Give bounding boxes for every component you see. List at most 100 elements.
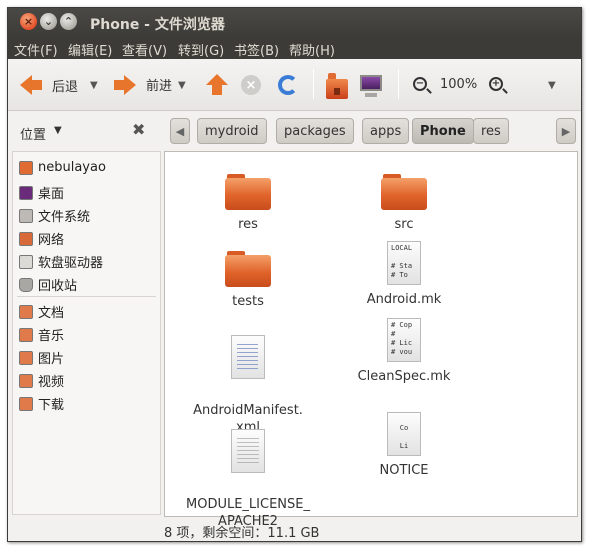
sidebar-item-videos[interactable]: 视频 xyxy=(19,371,64,390)
sidebar-item-pictures[interactable]: 图片 xyxy=(19,348,64,367)
forward-history-dropdown[interactable]: ▼ xyxy=(178,80,186,91)
places-sidebar: nebulayao 桌面 文件系统 网络 软盘驱动器 回收站 文档 音乐 图片 … xyxy=(12,151,161,515)
sidebar-dropdown-icon[interactable]: ▼ xyxy=(54,125,62,136)
forward-label: 前进 xyxy=(146,79,173,94)
text-file-icon: # Cop # # Lic # vou xyxy=(387,318,421,362)
folder-icon xyxy=(225,174,271,210)
file-item[interactable]: Co Li NOTICE xyxy=(339,412,469,479)
sidebar-item-filesystem[interactable]: 文件系统 xyxy=(19,206,90,225)
sidebar-item-desktop[interactable]: 桌面 xyxy=(19,183,64,202)
path-scroll-right-button[interactable]: ▶ xyxy=(556,118,576,144)
menu-bar: 文件(F) 编辑(E) 查看(V) 转到(G) 书签(B) 帮助(H) xyxy=(8,37,581,59)
zoom-level: 100% xyxy=(440,77,478,92)
file-name: src xyxy=(394,217,414,232)
sidebar-item-label: 文件系统 xyxy=(38,210,91,225)
forward-button[interactable]: 前进 xyxy=(112,74,173,95)
file-item[interactable]: src xyxy=(339,174,469,233)
stop-button[interactable]: × xyxy=(241,75,261,95)
file-name: NOTICE xyxy=(379,463,429,478)
sidebar-item-network[interactable]: 网络 xyxy=(19,229,64,248)
path-crumb-res[interactable]: res xyxy=(473,118,509,144)
menu-file[interactable]: 文件(F) xyxy=(14,40,58,59)
back-label: 后退 xyxy=(52,79,79,95)
reload-button[interactable] xyxy=(278,75,298,95)
toolbar-separator xyxy=(398,69,399,99)
computer-button[interactable] xyxy=(360,75,382,97)
sidebar-header: 位置 ▼ ✖ xyxy=(8,112,161,152)
close-sidebar-icon[interactable]: ✖ xyxy=(132,120,145,139)
back-history-dropdown[interactable]: ▼ xyxy=(90,80,98,91)
sidebar-item-label: 软盘驱动器 xyxy=(38,256,104,271)
minimize-window-button[interactable]: ⌄ xyxy=(40,13,57,30)
menu-go[interactable]: 转到(G) xyxy=(178,40,224,59)
file-item[interactable]: res xyxy=(183,174,313,233)
file-name: tests xyxy=(232,294,264,309)
floppy-drive-icon xyxy=(19,254,33,269)
sidebar-item-label: 文档 xyxy=(38,306,65,321)
network-icon xyxy=(19,231,33,246)
status-bar: 8 项，剩余空间：11.1 GB xyxy=(164,526,320,541)
music-folder-icon xyxy=(19,327,33,342)
downloads-folder-icon xyxy=(19,396,33,411)
path-crumb-phone[interactable]: Phone xyxy=(412,118,474,144)
sidebar-divider xyxy=(17,296,156,297)
toolbar-separator xyxy=(313,69,314,99)
sidebar-item-label: 视频 xyxy=(38,375,65,390)
sidebar-item-label: 桌面 xyxy=(38,187,65,202)
menu-help[interactable]: 帮助(H) xyxy=(289,40,335,59)
zoom-in-icon: + xyxy=(489,77,503,91)
sidebar-item-documents[interactable]: 文档 xyxy=(19,302,64,321)
sidebar-item-downloads[interactable]: 下载 xyxy=(19,394,64,413)
home-folder-icon xyxy=(19,160,33,175)
path-crumb-apps[interactable]: apps xyxy=(362,118,410,144)
trash-icon xyxy=(19,277,33,292)
file-browser-window: × ⌄ ⌃ Phone - 文件浏览器 文件(F) 编辑(E) 查看(V) 转到… xyxy=(7,7,582,542)
file-icon-view: res src tests LOCAL # Sta # To Android.m… xyxy=(164,151,578,529)
file-item[interactable]: # Cop # # Lic # vou CleanSpec.mk xyxy=(339,318,469,385)
sidebar-item-label: 下载 xyxy=(38,398,65,413)
sidebar-item-label: 图片 xyxy=(38,352,65,367)
file-name: CleanSpec.mk xyxy=(357,369,451,384)
forward-arrow-icon xyxy=(114,74,136,95)
zoom-out-button[interactable]: − xyxy=(413,77,427,91)
home-folder-icon xyxy=(326,73,348,99)
path-bar: ◀ mydroid packages apps Phone res ▶ xyxy=(168,118,578,146)
home-button[interactable] xyxy=(326,73,348,99)
reload-icon xyxy=(278,75,298,95)
documents-folder-icon xyxy=(19,304,33,319)
path-crumb-mydroid[interactable]: mydroid xyxy=(197,118,267,144)
zoom-in-button[interactable]: + xyxy=(489,77,503,91)
sidebar-title[interactable]: 位置 xyxy=(20,124,46,143)
menu-edit[interactable]: 编辑(E) xyxy=(68,40,112,59)
back-arrow-icon xyxy=(20,75,42,95)
close-window-button[interactable]: × xyxy=(20,13,37,30)
sidebar-item-home[interactable]: nebulayao xyxy=(19,160,106,175)
file-item[interactable]: tests xyxy=(183,251,313,310)
window-title: Phone - 文件浏览器 xyxy=(90,17,225,33)
back-button[interactable]: 后退 xyxy=(20,75,78,95)
file-item[interactable]: LOCAL # Sta # To Android.mk xyxy=(339,241,469,308)
xml-file-icon xyxy=(231,335,265,379)
toolbar-overflow-dropdown[interactable]: ▼ xyxy=(548,80,556,91)
sidebar-item-label: nebulayao xyxy=(38,160,106,175)
path-scroll-left-button[interactable]: ◀ xyxy=(170,118,190,144)
sidebar-item-trash[interactable]: 回收站 xyxy=(19,275,77,294)
stop-icon: × xyxy=(241,75,261,95)
sidebar-item-label: 网络 xyxy=(38,233,65,248)
menu-bookmarks[interactable]: 书签(B) xyxy=(234,40,279,59)
text-file-icon: LOCAL # Sta # To xyxy=(387,241,421,285)
text-file-icon xyxy=(231,429,265,473)
menu-view[interactable]: 查看(V) xyxy=(122,40,167,59)
desktop-icon xyxy=(19,185,33,200)
sidebar-item-floppy[interactable]: 软盘驱动器 xyxy=(19,252,103,271)
sidebar-item-music[interactable]: 音乐 xyxy=(19,325,64,344)
title-bar: × ⌄ ⌃ Phone - 文件浏览器 xyxy=(8,8,581,37)
path-crumb-packages[interactable]: packages xyxy=(276,118,354,144)
zoom-out-icon: − xyxy=(413,77,427,91)
toolbar: 后退 ▼ 前进 ▼ × − 100% + ▼ xyxy=(8,59,581,111)
file-name: Android.mk xyxy=(366,292,442,307)
up-button[interactable] xyxy=(206,74,228,95)
maximize-window-button[interactable]: ⌃ xyxy=(60,13,77,30)
videos-folder-icon xyxy=(19,373,33,388)
sidebar-item-label: 回收站 xyxy=(38,279,78,294)
